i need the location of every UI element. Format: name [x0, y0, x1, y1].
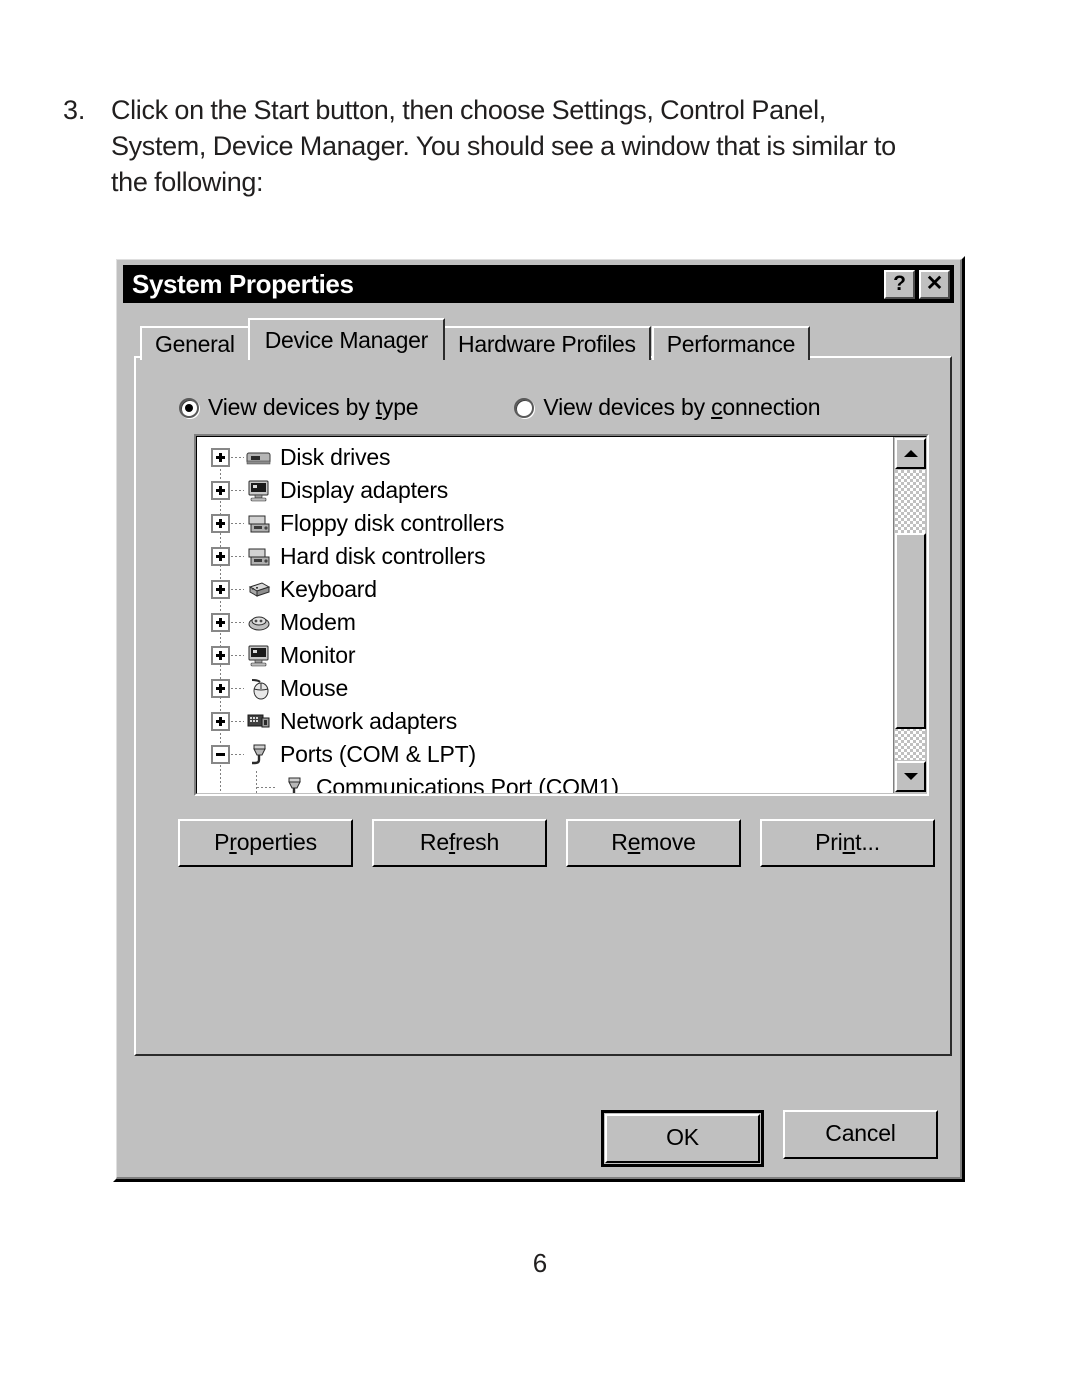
tree-item-keyboard[interactable]: Keyboard — [197, 573, 892, 606]
tree-item-floppy-disk-controllers[interactable]: Floppy disk controllers — [197, 507, 892, 540]
ok-button-default-frame: OK — [601, 1110, 764, 1167]
step-text: Click on the Start button, then choose S… — [111, 92, 1013, 200]
monitor-icon — [244, 477, 274, 505]
page-number: 6 — [532, 1248, 548, 1278]
tree-connector-line — [231, 754, 244, 755]
tree-connector-line — [231, 556, 244, 557]
view-options-group: View devices by type View devices by con… — [179, 394, 821, 421]
tree-connector-line — [231, 655, 244, 656]
disk-drive-icon — [244, 444, 274, 472]
print-button[interactable]: Print... — [760, 819, 935, 867]
tree-item-label: Mouse — [280, 674, 349, 701]
tree-connector-line — [231, 457, 244, 458]
tree-item-ports[interactable]: Ports (COM & LPT) — [197, 738, 892, 771]
cancel-button-label: Cancel — [825, 1120, 896, 1146]
close-icon[interactable]: ✕ — [919, 269, 950, 299]
tree-item-label: Disk drives — [280, 443, 391, 470]
keyboard-icon — [244, 576, 274, 604]
device-tree-scrollbar[interactable] — [893, 437, 926, 793]
tree-item-communications-port-com1[interactable]: Communications Port (COM1) — [197, 771, 892, 794]
tree-connector-line — [231, 589, 244, 590]
instruction-paragraph: 3. Click on the Start button, then choos… — [63, 92, 1013, 200]
expander-plus-icon[interactable] — [211, 547, 230, 566]
ok-button-label: OK — [666, 1124, 699, 1150]
device-action-buttons: Properties Refresh Remove Print... — [178, 819, 935, 867]
tree-item-label: Monitor — [280, 641, 356, 668]
tab-performance[interactable]: Performance — [651, 326, 811, 360]
expander-plus-icon[interactable] — [211, 679, 230, 698]
remove-button[interactable]: Remove — [566, 819, 741, 867]
step-text-line-3: the following: — [111, 167, 264, 197]
system-properties-dialog: System Properties ? ✕ General Device Man… — [113, 256, 965, 1182]
radio-view-by-type[interactable]: View devices by type — [179, 394, 419, 421]
mouse-icon — [244, 675, 274, 703]
step-number: 3. — [63, 95, 86, 125]
tab-general[interactable]: General — [140, 326, 250, 360]
tree-item-modem[interactable]: Modem — [197, 606, 892, 639]
expander-plus-icon[interactable] — [211, 712, 230, 731]
expander-minus-icon[interactable] — [211, 745, 230, 764]
tree-item-label: Floppy disk controllers — [280, 509, 505, 536]
radio-indicator-type[interactable] — [179, 397, 199, 418]
tab-hardware-profiles[interactable]: Hardware Profiles — [443, 326, 651, 360]
modem-icon — [244, 609, 274, 637]
monitor-icon — [244, 642, 274, 670]
tree-item-mouse[interactable]: Mouse — [197, 672, 892, 705]
radio-label-connection: View devices by connection — [543, 394, 821, 420]
radio-indicator-connection[interactable] — [514, 397, 535, 418]
device-tree-viewport: Disk drives Display adapters Floppy disk… — [196, 436, 927, 794]
tree-item-label: Communications Port (COM1) — [316, 773, 619, 794]
tree-item-label: Ports (COM & LPT) — [280, 740, 476, 767]
tree-item-disk-drives[interactable]: Disk drives — [197, 441, 892, 474]
title-bar: System Properties ? ✕ — [123, 265, 954, 303]
port-icon — [279, 774, 309, 793]
tree-item-label: Keyboard — [280, 575, 377, 602]
tab-strip: General Device Manager Hardware Profiles… — [140, 318, 811, 360]
radio-view-by-connection[interactable]: View devices by connection — [514, 394, 821, 421]
cancel-button[interactable]: Cancel — [783, 1110, 938, 1159]
expander-plus-icon[interactable] — [211, 646, 230, 665]
title-bar-buttons: ? ✕ — [884, 269, 950, 299]
network-adapter-icon — [244, 708, 274, 736]
port-icon — [244, 741, 274, 769]
ok-button[interactable]: OK — [605, 1114, 760, 1163]
tree-item-label: Network adapters — [280, 707, 458, 734]
scroll-down-icon[interactable] — [895, 761, 926, 792]
refresh-button[interactable]: Refresh — [372, 819, 547, 867]
device-tree-listbox[interactable]: Disk drives Display adapters Floppy disk… — [194, 434, 929, 796]
tab-device-manager[interactable]: Device Manager — [247, 318, 446, 360]
expander-plus-icon[interactable] — [211, 448, 230, 467]
radio-label-type: View devices by type — [208, 394, 419, 420]
step-text-line-1: Click on the Start button, then choose S… — [111, 95, 826, 125]
expander-plus-icon[interactable] — [211, 613, 230, 632]
expander-plus-icon[interactable] — [211, 514, 230, 533]
tree-item-network-adapters[interactable]: Network adapters — [197, 705, 892, 738]
dialog-inner-frame: System Properties ? ✕ General Device Man… — [116, 259, 962, 1179]
properties-button[interactable]: Properties — [178, 819, 353, 867]
device-tree: Disk drives Display adapters Floppy disk… — [197, 441, 892, 794]
tree-connector-line — [231, 523, 244, 524]
dialog-title: System Properties — [132, 269, 354, 299]
help-icon[interactable]: ? — [884, 269, 915, 299]
tree-item-label: Hard disk controllers — [280, 542, 486, 569]
expander-plus-icon[interactable] — [211, 481, 230, 500]
tree-item-label: Modem — [280, 608, 356, 635]
hard-disk-controller-icon — [244, 543, 274, 571]
tree-connector-line — [257, 787, 277, 788]
device-manager-tab-page: View devices by type View devices by con… — [134, 356, 952, 1056]
expander-plus-icon[interactable] — [211, 580, 230, 599]
scroll-up-icon[interactable] — [895, 438, 926, 469]
floppy-controller-icon — [244, 510, 274, 538]
tree-item-hard-disk-controllers[interactable]: Hard disk controllers — [197, 540, 892, 573]
tree-item-monitor[interactable]: Monitor — [197, 639, 892, 672]
tree-connector-line — [231, 622, 244, 623]
dialog-footer-buttons: OK Cancel — [601, 1110, 938, 1167]
step-text-line-2: System, Device Manager. You should see a… — [111, 131, 896, 161]
tree-connector-line — [231, 688, 244, 689]
tree-item-label: Display adapters — [280, 476, 449, 503]
tree-item-display-adapters[interactable]: Display adapters — [197, 474, 892, 507]
tree-connector-line — [231, 721, 244, 722]
tree-connector-line — [231, 490, 244, 491]
scrollbar-thumb[interactable] — [895, 533, 926, 729]
